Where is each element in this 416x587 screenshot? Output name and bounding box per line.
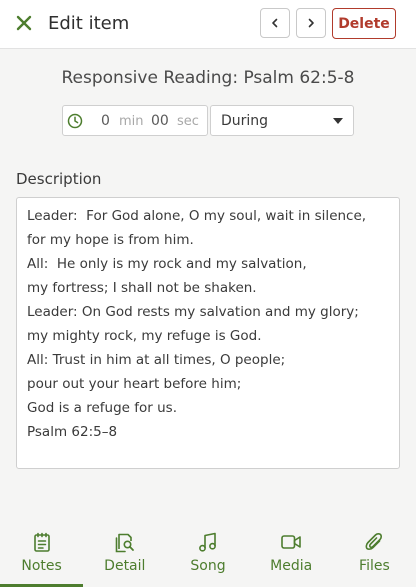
description-line: All: Trust in him at all times, O people… (27, 352, 286, 368)
tab-label: Detail (104, 558, 146, 574)
music-note-icon (199, 532, 216, 552)
description-line: my mighty rock, my refuge is God. (27, 328, 262, 344)
duration-seconds-field[interactable]: 00 (151, 113, 169, 129)
description-line: Leader: For God alone, O my soul, wait i… (27, 208, 367, 224)
close-button[interactable] (14, 13, 34, 33)
description-line: my fortress; I shall not be shaken. (27, 280, 257, 296)
previous-item-button[interactable] (260, 8, 290, 38)
chevron-left-icon (272, 18, 278, 28)
tab-detail[interactable]: Detail (83, 522, 166, 587)
notes-icon (33, 532, 50, 552)
tab-media[interactable]: Media (250, 522, 333, 587)
description-line: Leader: On God rests my salvation and my… (27, 304, 359, 320)
description-label: Description (16, 170, 102, 188)
delete-button[interactable]: Delete (332, 8, 396, 39)
timing-select[interactable]: During (210, 105, 354, 136)
tab-label: Media (270, 558, 313, 574)
description-line: All: He only is my rock and my salvation… (27, 256, 307, 272)
tab-label: Song (190, 558, 226, 574)
tab-song[interactable]: Song (166, 522, 249, 587)
tab-label: Files (359, 558, 390, 574)
description-line: Psalm 62:5–8 (27, 424, 118, 440)
tab-files[interactable]: Files (333, 522, 416, 587)
description-line: for my hope is from him. (27, 232, 194, 248)
minutes-unit-label: min (119, 114, 144, 129)
description-line: God is a refuge for us. (27, 400, 177, 416)
chevron-right-icon (308, 18, 314, 28)
seconds-unit-label: sec (177, 114, 199, 129)
video-icon (281, 535, 302, 549)
tab-label: Notes (21, 558, 62, 574)
header-bar: Edit item Delete (0, 0, 416, 49)
description-line: pour out your heart before him; (27, 376, 242, 392)
paperclip-icon (365, 533, 383, 550)
next-item-button[interactable] (296, 8, 326, 38)
tab-notes[interactable]: Notes (0, 522, 84, 587)
page-title: Edit item (48, 13, 130, 34)
item-title: Responsive Reading: Psalm 62:5-8 (61, 68, 355, 88)
close-icon (16, 15, 32, 31)
duration-minutes-field[interactable]: 0 (101, 113, 110, 129)
description-textarea[interactable]: Leader: For God alone, O my soul, wait i… (16, 197, 400, 469)
timing-selected-value: During (221, 113, 269, 129)
detail-icon (115, 533, 134, 553)
clock-icon (67, 113, 83, 129)
duration-input[interactable]: 0 min 00 sec (62, 105, 208, 136)
caret-down-icon (333, 118, 343, 124)
bottom-tab-bar: Notes Detail Song Media Files (0, 522, 416, 587)
